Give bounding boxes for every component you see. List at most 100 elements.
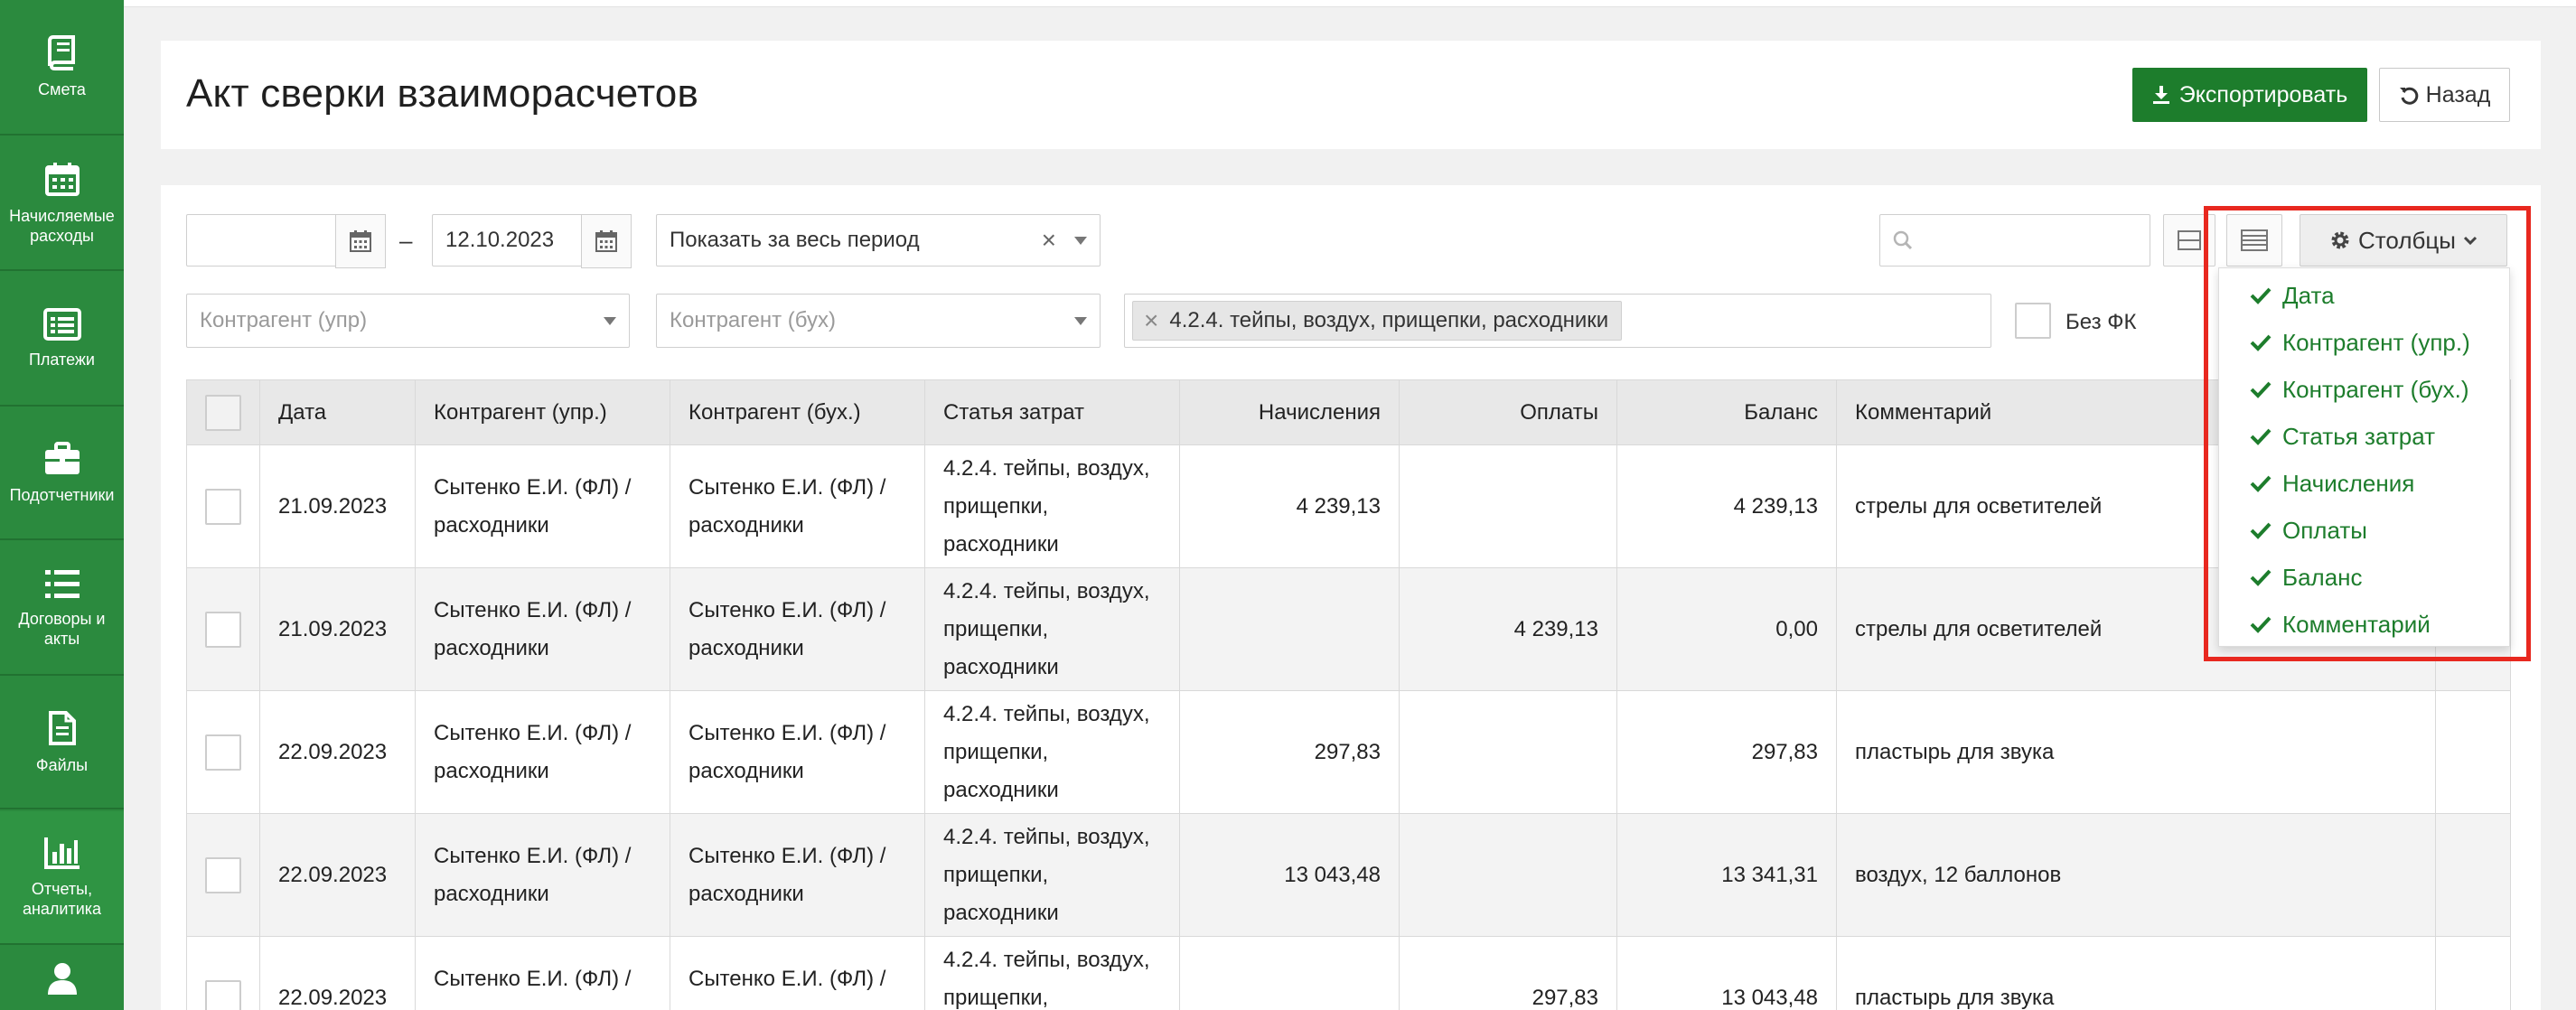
check-icon [2250,569,2272,586]
select-all-cell [186,379,260,445]
cost-item-select[interactable]: × 4.2.4. тейпы, воздух, прищепки, расход… [1124,294,1991,348]
column-toggle-payments[interactable]: Оплаты [2219,507,2509,554]
row-checkbox[interactable] [205,734,241,772]
sidebar-item-label: Файлы [35,756,89,774]
row-select-cell [186,813,260,937]
sidebar-item-estimate[interactable]: Смета [0,0,124,136]
row-checkbox[interactable] [205,857,241,894]
cell-contractor-mgmt: Сытенко Е.И. (ФЛ) / расходники [415,690,670,814]
column-toggle-date[interactable]: Дата [2219,272,2509,319]
cell-cost-item: 4.2.4. тейпы, воздух, прищепки, расходни… [924,444,1180,568]
column-header-payments[interactable]: Оплаты [1399,379,1617,445]
export-button[interactable]: Экспортировать [2132,68,2367,122]
cell-contractor-acc: Сытенко Е.И. (ФЛ) / расходники [670,690,925,814]
file-icon [48,711,76,745]
column-toggle-accruals[interactable]: Начисления [2219,460,2509,507]
table-header-row: Дата Контрагент (упр.) Контрагент (бух.)… [186,379,2511,445]
column-header-contractor-acc[interactable]: Контрагент (бух.) [670,379,925,445]
sidebar-item-payments[interactable]: Платежи [0,273,124,407]
view-list-toggle[interactable] [2226,214,2282,267]
main-panel: – 12.10.2023 Показать за весь период × С… [161,185,2541,1010]
cell-balance: 13 341,31 [1616,813,1837,937]
chevron-down-icon [1074,237,1087,245]
no-fk-checkbox[interactable] [2015,303,2051,339]
period-select[interactable]: Показать за весь период × [656,214,1101,267]
column-toggle-label: Баланс [2282,563,2363,591]
table-row[interactable]: 21.09.2023 Сытенко Е.И. (ФЛ) / расходник… [186,444,2511,568]
date-to-value: 12.10.2023 [445,228,555,252]
contractor-mgmt-select[interactable]: Контрагент (упр) [186,294,630,348]
table-row[interactable]: 22.09.2023 Сытенко Е.И. (ФЛ) / расходник… [186,813,2511,937]
contractor-mgmt-placeholder: Контрагент (упр) [200,308,368,332]
chevron-down-icon [2463,236,2478,246]
row-checkbox[interactable] [205,612,241,649]
search-icon [1893,230,1913,250]
briefcase-icon [44,442,80,474]
row-select-cell [186,567,260,691]
table-row[interactable]: 22.09.2023 Сытенко Е.И. (ФЛ) / расходник… [186,690,2511,814]
cell-accrual: 297,83 [1179,690,1400,814]
date-to-calendar-button[interactable] [581,214,632,268]
date-to-input[interactable]: 12.10.2023 [432,214,632,268]
column-header-cost-item[interactable]: Статья затрат [924,379,1180,445]
cell-payment: 297,83 [1399,936,1617,1010]
cell-actions [2435,813,2511,937]
column-header-balance[interactable]: Баланс [1616,379,1837,445]
date-from-input[interactable] [186,214,386,268]
column-toggle-label: Контрагент (упр.) [2282,328,2470,356]
contractor-acc-placeholder: Контрагент (бух) [670,308,836,332]
column-toggle-comment[interactable]: Комментарий [2219,601,2509,648]
split-view-icon [2178,230,2201,250]
period-clear-icon[interactable]: × [1042,226,1056,255]
column-toggle-balance[interactable]: Баланс [2219,554,2509,601]
row-checkbox[interactable] [205,980,241,1010]
back-button-label: Назад [2425,81,2491,108]
cell-comment: воздух, 12 баллонов [1836,813,2436,937]
column-header-contractor-mgmt[interactable]: Контрагент (упр.) [415,379,670,445]
download-icon [2152,86,2169,104]
cell-date: 22.09.2023 [259,813,416,937]
check-icon [2250,381,2272,398]
back-button[interactable]: Назад [2379,68,2510,122]
check-icon [2250,616,2272,633]
date-from-calendar-button[interactable] [335,214,386,268]
calendar-icon [595,230,617,252]
cell-payment [1399,690,1617,814]
search-input[interactable] [1879,214,2150,267]
view-split-toggle[interactable] [2163,214,2215,267]
column-toggle-cost-item[interactable]: Статья затрат [2219,413,2509,460]
chevron-down-icon [1074,317,1087,325]
column-header-date[interactable]: Дата [259,379,416,445]
cell-balance: 13 043,48 [1616,936,1837,1010]
cell-cost-item: 4.2.4. тейпы, воздух, прищепки, расходни… [924,567,1180,691]
sidebar-item-accrued-expenses[interactable]: Начисляемые расходы [0,137,124,271]
date-range-dash: – [399,227,413,254]
column-toggle-contractor-mgmt[interactable]: Контрагент (упр.) [2219,319,2509,366]
columns-button[interactable]: Столбцы [2300,214,2507,267]
table-row[interactable]: 21.09.2023 Сытенко Е.И. (ФЛ) / расходник… [186,567,2511,691]
row-checkbox[interactable] [205,489,241,526]
sidebar-item-accountable-persons[interactable]: Подотчетники [0,408,124,540]
cell-actions [2435,690,2511,814]
cell-payment [1399,444,1617,568]
sidebar-item-profile[interactable] [0,947,124,1010]
check-icon [2250,475,2272,492]
column-header-accruals[interactable]: Начисления [1179,379,1400,445]
sidebar-item-reports[interactable]: Отчеты, аналитика [0,811,124,945]
sidebar-item-contracts[interactable]: Договоры и акты [0,542,124,676]
select-all-checkbox[interactable] [205,395,241,432]
table-row[interactable]: 22.09.2023 Сытенко Е.И. (ФЛ) / расходник… [186,936,2511,1010]
cell-accrual: 4 239,13 [1179,444,1400,568]
column-toggle-label: Контрагент (бух.) [2282,375,2469,403]
top-bar [124,0,2576,7]
cell-payment [1399,813,1617,937]
cell-cost-item: 4.2.4. тейпы, воздух, прищепки, расходни… [924,813,1180,937]
check-icon [2250,522,2272,539]
book-icon [47,35,75,70]
sidebar-item-label: Отчеты, аналитика [22,880,102,918]
contractor-acc-select[interactable]: Контрагент (бух) [656,294,1101,348]
tag-remove-icon[interactable]: × [1144,306,1158,335]
cell-accrual [1179,567,1400,691]
column-toggle-contractor-acc[interactable]: Контрагент (бух.) [2219,366,2509,413]
sidebar-item-files[interactable]: Файлы [0,678,124,809]
